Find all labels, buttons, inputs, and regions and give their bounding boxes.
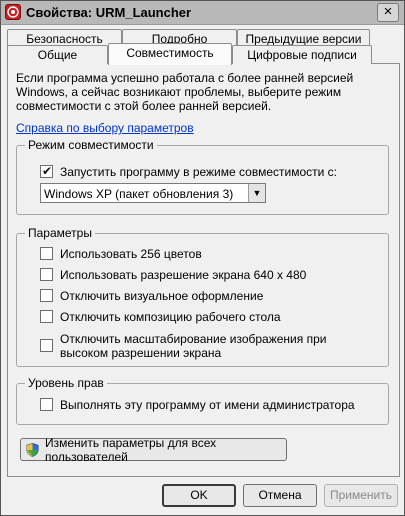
checkbox-disable-dpi-scaling[interactable]: Отключить масштабирование изображения пр… bbox=[40, 332, 326, 360]
run-as-admin-checkbox[interactable]: Выполнять эту программу от имени админис… bbox=[40, 398, 355, 412]
checkbox-checked-icon[interactable] bbox=[40, 164, 53, 178]
checkbox-icon[interactable] bbox=[40, 310, 53, 323]
close-button[interactable]: × bbox=[377, 3, 399, 22]
properties-window: Свойства: URM_Launcher × Безопасность По… bbox=[0, 0, 405, 516]
title-bar[interactable]: Свойства: URM_Launcher × bbox=[1, 1, 404, 25]
close-icon: × bbox=[383, 3, 393, 20]
run-in-compat-label: Запустить программу в режиме совместимос… bbox=[60, 165, 337, 179]
apply-button[interactable]: Применить bbox=[324, 484, 398, 507]
checkbox-icon[interactable] bbox=[40, 247, 53, 260]
checkbox-disable-visual-themes[interactable]: Отключить визуальное оформление bbox=[40, 289, 263, 303]
os-version-value: Windows XP (пакет обновления 3) bbox=[44, 187, 234, 201]
tab-compatibility[interactable]: Совместимость bbox=[108, 43, 232, 65]
tab-general[interactable]: Общие bbox=[7, 45, 108, 64]
ok-button[interactable]: OK bbox=[162, 484, 236, 507]
checkbox-640x480[interactable]: Использовать разрешение экрана 640 x 480 bbox=[40, 268, 306, 282]
intro-text: Если программа успешно работала с более … bbox=[16, 71, 354, 113]
run-in-compat-checkbox[interactable]: Запустить программу в режиме совместимос… bbox=[40, 164, 337, 179]
cancel-button[interactable]: Отмена bbox=[243, 484, 317, 507]
settings-legend: Параметры bbox=[25, 226, 95, 240]
app-icon bbox=[5, 4, 21, 20]
tab-row-front: Общие Совместимость Цифровые подписи bbox=[7, 43, 400, 65]
change-settings-all-users-button[interactable]: Изменить параметры для всех пользователе… bbox=[20, 436, 287, 464]
checkbox-icon[interactable] bbox=[40, 398, 53, 411]
os-version-select[interactable]: Windows XP (пакет обновления 3) ▼ bbox=[40, 183, 266, 203]
privilege-legend: Уровень прав bbox=[25, 376, 107, 390]
help-link[interactable]: Справка по выбору параметров bbox=[16, 121, 194, 135]
tab-digital-signatures[interactable]: Цифровые подписи bbox=[232, 45, 372, 64]
compat-mode-legend: Режим совместимости bbox=[25, 138, 157, 152]
window-title: Свойства: URM_Launcher bbox=[26, 5, 192, 20]
checkbox-disable-desktop-composition[interactable]: Отключить композицию рабочего стола bbox=[40, 310, 281, 324]
uac-shield-icon bbox=[26, 442, 39, 457]
checkbox-icon[interactable] bbox=[40, 268, 53, 281]
chevron-down-icon[interactable]: ▼ bbox=[248, 184, 265, 202]
checkbox-icon[interactable] bbox=[40, 289, 53, 302]
checkbox-icon[interactable] bbox=[40, 339, 53, 352]
checkbox-256-colors[interactable]: Использовать 256 цветов bbox=[40, 247, 202, 261]
compat-mode-group: Режим совместимости bbox=[16, 138, 389, 215]
